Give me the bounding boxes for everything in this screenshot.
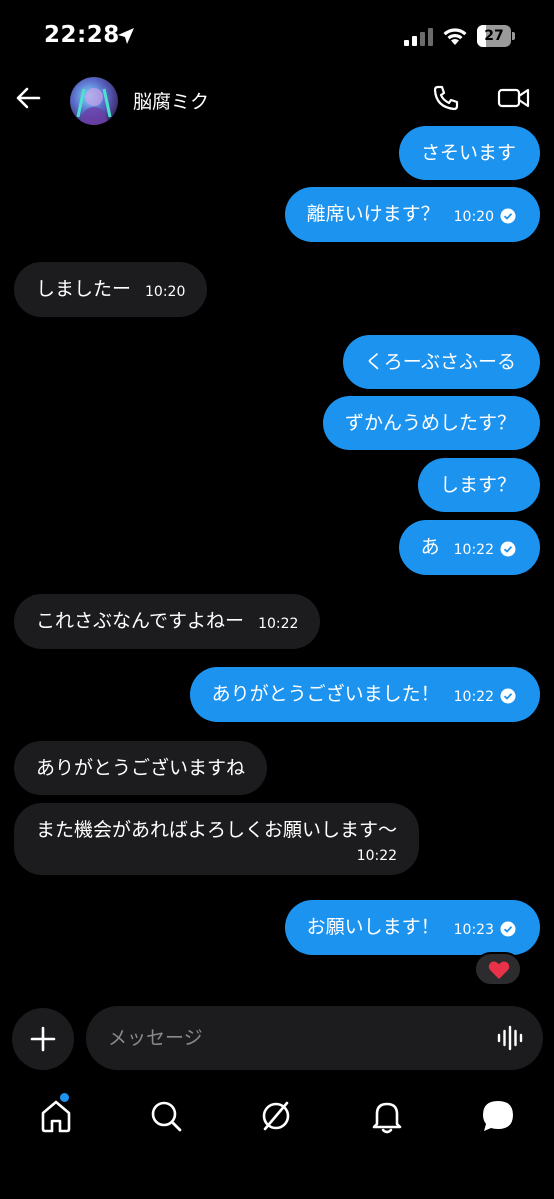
voice-message-icon[interactable] <box>496 1024 524 1052</box>
message-input-container <box>86 1006 543 1070</box>
search-icon[interactable] <box>146 1096 186 1136</box>
back-arrow-icon[interactable] <box>14 84 42 112</box>
battery-level: 27 <box>484 28 504 44</box>
message-text: します？ <box>439 474 516 496</box>
message-reaction[interactable] <box>474 952 522 986</box>
message-text: これさぶなんですよねー <box>36 610 245 632</box>
cellular-signal-icon <box>404 28 433 46</box>
message-outgoing[interactable]: します？ <box>417 458 540 512</box>
message-text: また機会があればよろしくお願いします〜 <box>36 819 398 841</box>
message-time: 10:22 <box>258 615 299 632</box>
message-outgoing[interactable]: ありがとうございました！ 10:22 <box>189 667 540 722</box>
message-text: ありがとうございました！ <box>211 683 440 705</box>
read-check-icon <box>500 541 516 556</box>
home-icon[interactable] <box>36 1096 76 1136</box>
message-text: 離席いけます？ <box>306 203 440 225</box>
notifications-icon[interactable] <box>367 1096 407 1136</box>
message-time: 10:22 <box>454 683 516 711</box>
message-text: くろーぶさふーる <box>364 351 516 373</box>
chat-header: 脳腐ミク <box>0 70 554 128</box>
battery-indicator: 27 <box>477 25 515 47</box>
message-incoming[interactable]: これさぶなんですよねー 10:22 <box>14 594 321 649</box>
message-outgoing[interactable]: あ 10:22 <box>398 520 540 575</box>
message-incoming[interactable]: ありがとうございますね <box>14 741 268 795</box>
contact-avatar[interactable] <box>70 77 118 125</box>
add-attachment-button[interactable] <box>12 1008 74 1070</box>
explore-icon[interactable] <box>256 1096 296 1136</box>
read-check-icon <box>500 921 516 936</box>
read-check-icon <box>500 208 516 223</box>
message-text: あ <box>420 536 440 558</box>
location-arrow-icon <box>118 28 134 44</box>
wifi-icon <box>443 28 467 45</box>
notification-dot <box>60 1093 69 1102</box>
contact-name[interactable]: 脳腐ミク <box>133 87 209 114</box>
read-check-icon <box>500 688 516 703</box>
plus-icon <box>30 1026 56 1052</box>
video-call-icon[interactable] <box>497 84 530 112</box>
message-outgoing[interactable]: くろーぶさふーる <box>342 335 540 389</box>
message-outgoing[interactable]: ずかんうめしたす？ <box>322 396 540 450</box>
message-text: ずかんうめしたす？ <box>344 412 516 434</box>
message-incoming[interactable]: また機会があればよろしくお願いします〜 10:22 <box>14 803 420 875</box>
message-text: ありがとうございますね <box>36 757 246 779</box>
message-text: さそいます <box>420 142 516 164</box>
message-time: 10:20 <box>145 283 186 300</box>
message-time: 10:22 <box>356 848 398 864</box>
status-bar: 22:28 27 <box>0 0 554 70</box>
phone-call-icon[interactable] <box>432 84 460 112</box>
message-outgoing[interactable]: さそいます <box>398 126 540 180</box>
message-input[interactable] <box>108 1020 488 1056</box>
message-time: 10:22 <box>454 536 516 564</box>
message-text: しましたー <box>36 278 132 300</box>
status-time: 22:28 <box>44 22 120 48</box>
message-text: お願いします！ <box>306 916 440 938</box>
message-time: 10:20 <box>454 203 516 231</box>
message-time: 10:23 <box>454 916 516 944</box>
heart-icon <box>488 961 510 979</box>
chat-icon[interactable] <box>478 1096 518 1136</box>
message-outgoing[interactable]: 離席いけます？ 10:20 <box>284 187 540 242</box>
message-incoming[interactable]: しましたー 10:20 <box>14 262 208 317</box>
message-outgoing[interactable]: お願いします！ 10:23 <box>284 900 540 955</box>
